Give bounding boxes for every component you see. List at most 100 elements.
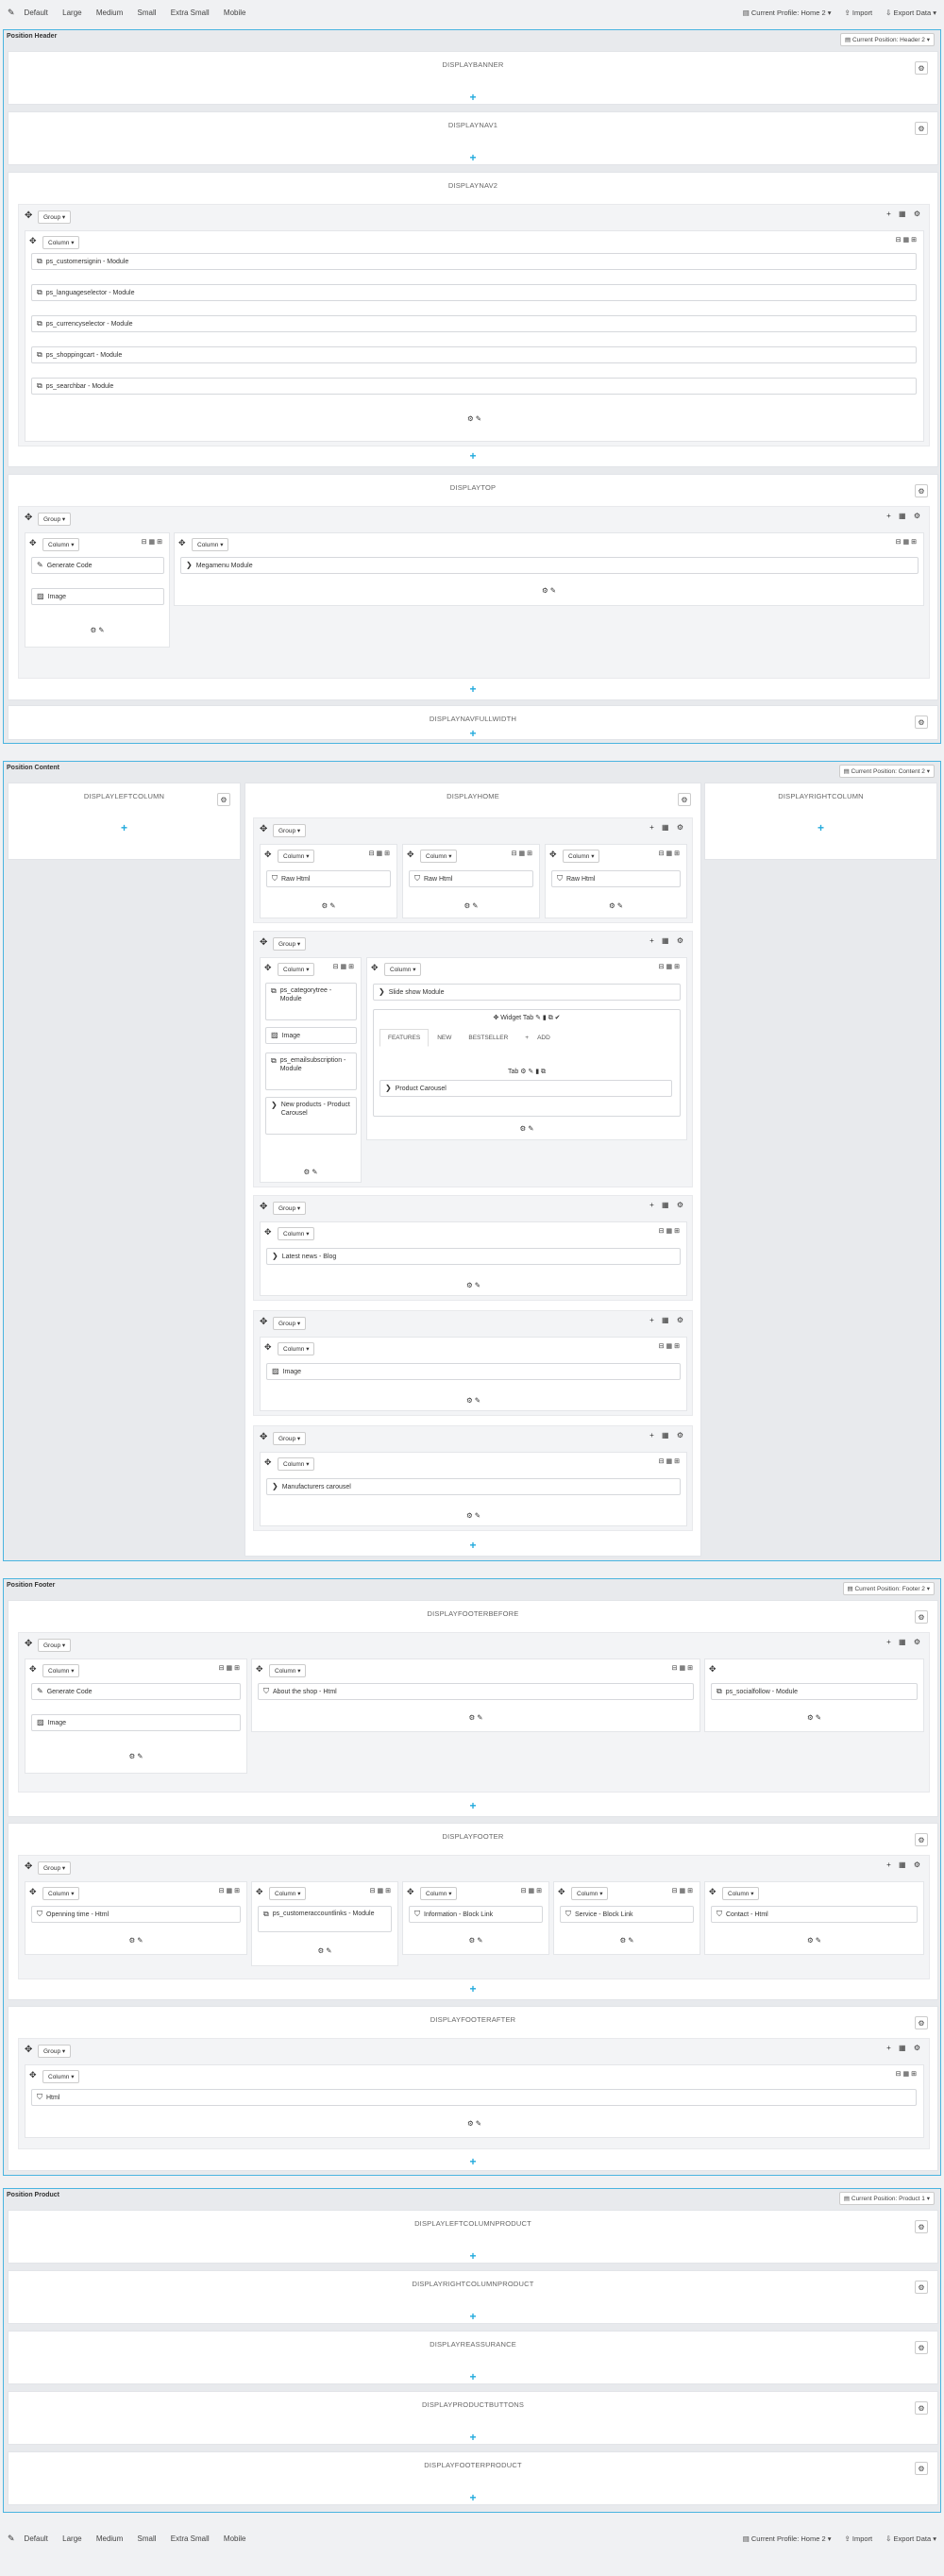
move-icon[interactable]: ✥ — [29, 1664, 37, 1675]
column-dropdown[interactable]: Column ▾ — [278, 1457, 315, 1471]
column-tools[interactable]: ⊟▦⊞ — [521, 1887, 544, 1894]
add-icon[interactable]: + — [469, 2431, 476, 2444]
column-actions[interactable]: ⚙ ✎ — [554, 1936, 700, 1945]
gear-icon[interactable]: ⚙ — [915, 1833, 928, 1846]
add-icon[interactable]: + — [469, 2249, 476, 2263]
move-icon[interactable]: ✥ — [25, 1861, 32, 1872]
column-tools[interactable]: ⊟▦⊞ — [896, 236, 919, 244]
add-icon[interactable]: + — [469, 682, 476, 696]
gear-icon[interactable]: ⚙ — [915, 61, 928, 75]
move-icon[interactable]: ✥ — [25, 1639, 32, 1649]
move-icon[interactable]: ✥ — [709, 1887, 716, 1897]
size-medium[interactable]: Medium — [96, 2534, 123, 2543]
move-icon[interactable]: ✥ — [407, 850, 414, 860]
position-dropdown[interactable]: ▤ Current Position: Content 2 ▾ — [838, 765, 935, 778]
move-icon[interactable]: ✥ — [264, 963, 272, 973]
tab-add[interactable]: + ADD — [516, 1029, 567, 1047]
module-item[interactable]: ▨ Image — [266, 1363, 681, 1381]
module-item[interactable]: ❯ Product Carousel — [379, 1080, 672, 1098]
move-icon[interactable]: ✥ — [260, 1202, 267, 1212]
add-icon[interactable]: + — [469, 1982, 476, 1995]
column-tools[interactable]: ⊟▦⊞ — [659, 1457, 682, 1465]
column-dropdown[interactable]: Column ▾ — [278, 1342, 315, 1355]
module-item[interactable]: ▨ Image — [31, 1714, 241, 1732]
module-item[interactable]: ⛉ Information - Block Link — [409, 1906, 543, 1924]
move-icon[interactable]: ✥ — [260, 1317, 267, 1327]
add-icon[interactable]: + — [469, 449, 476, 463]
column-dropdown[interactable]: Column ▾ — [269, 1664, 307, 1677]
column-dropdown[interactable]: Column ▾ — [42, 236, 80, 249]
export-button[interactable]: ⇩ Export Data ▾ — [885, 8, 936, 17]
size-default[interactable]: Default — [25, 8, 48, 17]
move-icon[interactable]: ✥ — [407, 1887, 414, 1897]
module-item[interactable]: ⧉ ps_shoppingcart - Module — [31, 346, 917, 364]
gear-icon[interactable]: ⚙ — [915, 2016, 928, 2029]
gear-icon[interactable]: ⚙ — [915, 1610, 928, 1624]
module-item[interactable]: ❯ Manufacturers carousel — [266, 1478, 681, 1496]
size-small[interactable]: Small — [138, 8, 157, 17]
import-button[interactable]: ⇪ Import — [845, 2534, 873, 2543]
column-actions[interactable]: ⚙ ✎ — [261, 1281, 686, 1289]
column-dropdown[interactable]: Column ▾ — [384, 963, 422, 976]
module-item[interactable]: ▨ Image — [265, 1027, 357, 1045]
add-icon[interactable]: + — [469, 2370, 476, 2383]
group-tools[interactable]: + ▦ ⚙ — [886, 1638, 923, 1646]
import-button[interactable]: ⇪ Import — [845, 8, 873, 17]
move-icon[interactable]: ✥ — [264, 1227, 272, 1237]
column-tools[interactable]: ⊟▦⊞ — [333, 963, 356, 970]
module-item[interactable]: ⛉ Contact - Html — [711, 1906, 918, 1924]
group-dropdown[interactable]: Group ▾ — [273, 1317, 307, 1330]
export-button[interactable]: ⇩ Export Data ▾ — [885, 2534, 936, 2543]
group-dropdown[interactable]: Group ▾ — [38, 210, 72, 224]
move-icon[interactable]: ✥ — [178, 538, 186, 548]
gear-icon[interactable]: ⚙ — [915, 2462, 928, 2475]
column-tools[interactable]: ⊟▦⊞ — [370, 1887, 393, 1894]
column-tools[interactable]: ⊟▦⊞ — [672, 1887, 695, 1894]
move-icon[interactable]: ✥ — [29, 1887, 37, 1897]
column-tools[interactable]: ⊟▦⊞ — [896, 538, 919, 546]
add-icon[interactable]: + — [121, 821, 127, 834]
column-actions[interactable]: ⚙ ✎ — [403, 1936, 548, 1945]
module-item[interactable]: ❯ Megamenu Module — [180, 557, 919, 575]
column-dropdown[interactable]: Column ▾ — [192, 538, 229, 551]
column-actions[interactable]: ⚙ ✎ — [546, 901, 686, 910]
add-icon[interactable]: + — [469, 2491, 476, 2504]
group-dropdown[interactable]: Group ▾ — [38, 1861, 72, 1875]
wrench-icon[interactable]: ✎ — [8, 8, 15, 18]
profile-dropdown[interactable]: ▤ Current Profile: Home 2 ▾ — [743, 2534, 832, 2543]
move-icon[interactable]: ✥ — [29, 538, 37, 548]
move-icon[interactable]: ✥ — [260, 1432, 267, 1442]
move-icon[interactable]: ✥ — [29, 2070, 37, 2080]
tab-title[interactable]: Tab ⚙ ✎ ▮ ⧉ — [374, 1068, 680, 1076]
add-icon[interactable]: + — [469, 151, 476, 164]
column-dropdown[interactable]: Column ▾ — [420, 1887, 458, 1900]
column-dropdown[interactable]: Column ▾ — [42, 538, 80, 551]
size-medium[interactable]: Medium — [96, 8, 123, 17]
column-dropdown[interactable]: Column ▾ — [269, 1887, 307, 1900]
add-icon[interactable]: + — [469, 727, 476, 740]
column-tools[interactable]: ⊟▦⊞ — [659, 963, 682, 970]
wrench-icon[interactable]: ✎ — [8, 2534, 15, 2544]
tab-bestseller[interactable]: BESTSELLER — [460, 1029, 516, 1047]
size-default[interactable]: Default — [25, 2534, 48, 2543]
add-icon[interactable]: + — [469, 1799, 476, 1812]
position-dropdown[interactable]: ▤ Current Position: Footer 2 ▾ — [842, 1582, 935, 1595]
column-actions[interactable]: ⚙ ✎ — [705, 1936, 923, 1945]
move-icon[interactable]: ✥ — [264, 850, 272, 860]
column-tools[interactable]: ⊟▦⊞ — [672, 1664, 695, 1672]
module-item[interactable]: ⧉ ps_customersignin - Module — [31, 253, 917, 271]
module-item[interactable]: ❯ Latest news - Blog — [266, 1248, 681, 1266]
size-extra-small[interactable]: Extra Small — [171, 2534, 210, 2543]
column-dropdown[interactable]: Column ▾ — [722, 1887, 760, 1900]
column-actions[interactable]: ⚙ ✎ — [25, 2119, 923, 2128]
column-dropdown[interactable]: Column ▾ — [278, 850, 315, 863]
module-item[interactable]: ⛉ Raw Html — [409, 870, 533, 888]
module-item[interactable]: ⛉ Openning time - Html — [31, 1906, 241, 1924]
gear-icon[interactable]: ⚙ — [915, 484, 928, 497]
move-icon[interactable]: ✥ — [256, 1664, 263, 1675]
gear-icon[interactable]: ⚙ — [915, 716, 928, 729]
group-tools[interactable]: + ▦ ⚙ — [649, 1431, 686, 1440]
module-item[interactable]: ✎ Generate Code — [31, 557, 164, 575]
column-tools[interactable]: ⊟▦⊞ — [219, 1887, 242, 1894]
gear-icon[interactable]: ⚙ — [678, 793, 691, 806]
